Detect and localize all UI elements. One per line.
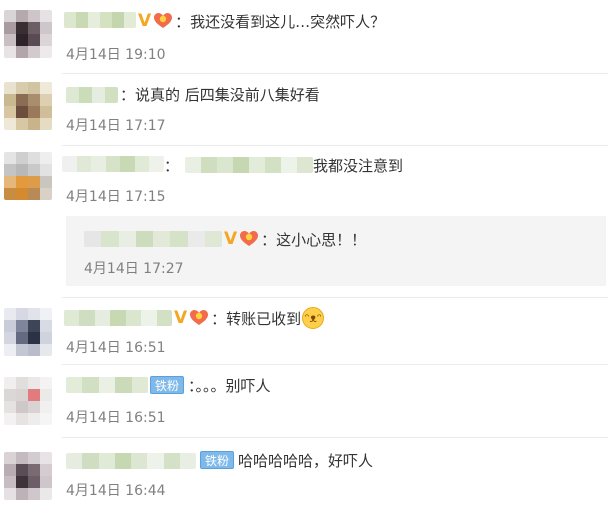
comment-text: 我都没注意到 [313, 156, 404, 175]
avatar[interactable] [4, 10, 52, 58]
fan-badge[interactable]: 铁粉 [200, 451, 235, 469]
username-blurred[interactable] [64, 12, 136, 28]
avatar[interactable] [4, 82, 52, 130]
fan-badge[interactable]: 铁粉 [150, 376, 185, 394]
username-blurred[interactable] [64, 310, 172, 326]
cat-face-emoji: ᵔᴥᵔ [302, 307, 325, 329]
comment-text: ：我还没看到这儿…突然吓人？ [175, 12, 386, 31]
reply-item: V ：这小心思！！ 4月14日 17:27 [0, 216, 608, 286]
vip-v-icon: V [138, 10, 152, 31]
comment-item: V ：转账已收到 ᵔᴥᵔ 4月14日 16:51 [0, 298, 608, 364]
fan-heart-icon [153, 12, 173, 30]
comment-item: ： 我都没注意到 4月14日 17:15 [0, 146, 608, 212]
comment-line: 铁粉 哈哈哈哈哈，好吓人 [200, 449, 373, 471]
comment-line: V ：转账已收到 ᵔᴥᵔ [174, 307, 325, 329]
vip-v-icon: V [174, 307, 188, 328]
username-blurred[interactable] [84, 231, 222, 247]
comment-item: 铁粉 哈哈哈哈哈，好吓人 4月14日 16:44 [0, 438, 608, 512]
comment-text: ：这小心思！！ [261, 230, 367, 249]
comment-line: V ：我还没看到这儿…突然吓人？ [138, 10, 385, 32]
comment-time: 4月14日 16:51 [66, 410, 166, 426]
comment-text: 哈哈哈哈哈，好吓人 [238, 451, 374, 470]
fan-heart-icon [239, 230, 259, 248]
comment-time: 4月14日 17:17 [66, 118, 166, 134]
avatar[interactable] [4, 152, 52, 200]
comment-colon: ： [164, 156, 180, 175]
comment-line: 铁粉 ：。。。别吓人 [150, 374, 271, 396]
avatar[interactable] [4, 377, 52, 425]
avatar[interactable] [4, 452, 52, 500]
mention-blurred[interactable] [185, 157, 314, 173]
comment-text: ：。。。别吓人 [188, 376, 271, 395]
comment-text: ：说真的 后四集没前八集好看 [120, 85, 320, 104]
fan-heart-icon [189, 309, 209, 327]
comment-item: V ：我还没看到这儿…突然吓人？ 4月14日 19:10 [0, 0, 608, 74]
comment-time: 4月14日 16:44 [66, 483, 166, 499]
comment-line: ：说真的 后四集没前八集好看 [120, 83, 320, 105]
vip-v-icon: V [224, 228, 238, 249]
comment-time: 4月14日 17:15 [66, 189, 166, 205]
comment-item: 铁粉 ：。。。别吓人 4月14日 16:51 [0, 365, 608, 437]
username-blurred[interactable] [62, 156, 164, 172]
username-blurred[interactable] [66, 377, 148, 393]
comment-time: 4月14日 17:27 [84, 261, 184, 277]
avatar[interactable] [4, 308, 52, 356]
comment-time: 4月14日 16:51 [66, 340, 166, 356]
comment-time: 4月14日 19:10 [66, 47, 166, 63]
comment-line: ： 我都没注意到 [164, 154, 403, 176]
username-blurred[interactable] [66, 87, 118, 103]
username-blurred[interactable] [66, 453, 196, 469]
comment-text: ：转账已收到 [211, 309, 302, 328]
comment-item: ：说真的 后四集没前八集好看 4月14日 17:17 [0, 74, 608, 146]
comment-line: V ：这小心思！！ [224, 228, 366, 250]
